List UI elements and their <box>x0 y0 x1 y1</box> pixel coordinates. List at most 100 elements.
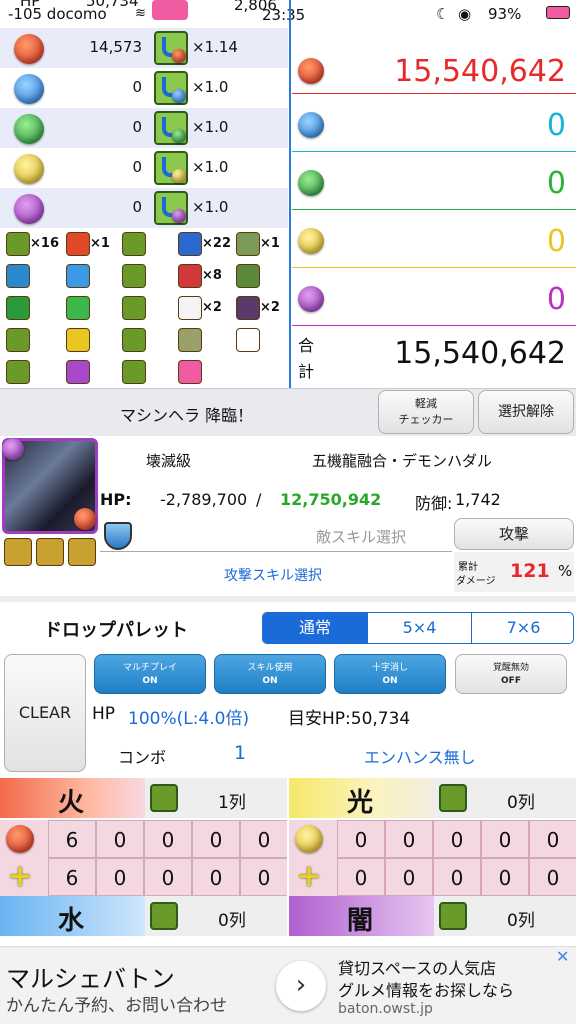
fire-damage: 15,540,642 <box>394 54 566 89</box>
toggle-3[interactable]: 覚醒無効 OFF <box>455 654 567 694</box>
board-cell[interactable]: 0 <box>144 858 192 896</box>
awaken-dark-plus-icon <box>66 360 90 384</box>
toggle-1[interactable]: スキル使用 ON <box>214 654 326 694</box>
enemy-type-machine-icon <box>4 538 32 566</box>
attr-row-fire: 14,573 ×1.14 <box>0 28 288 68</box>
attr-multiplier: ×1.0 <box>192 78 229 96</box>
enemy-skill-select[interactable]: 敵スキル選択 <box>100 520 452 552</box>
toggle-2[interactable]: 十字消し ON <box>334 654 446 694</box>
toggle-0[interactable]: マルチプレイ ON <box>94 654 206 694</box>
plus-drop-icon: + <box>296 859 322 894</box>
toggle-state: ON <box>382 676 398 686</box>
tab-normal[interactable]: 通常 <box>263 613 367 643</box>
deselect-button[interactable]: 選択解除 <box>478 390 574 434</box>
board-cell[interactable]: 0 <box>96 820 144 858</box>
total-label-2: 計 <box>298 362 315 381</box>
awaken-light-row-icon <box>6 328 30 352</box>
ad-banner[interactable]: マルシェバトン かんたん予約、お問い合わせ › 貸切スペースの人気店 グルメ情報… <box>0 946 576 1024</box>
plus-drop-icon: + <box>7 859 33 894</box>
board-kanji: 光 <box>347 788 374 818</box>
board-cell[interactable]: 0 <box>192 858 240 896</box>
board-cell[interactable]: 0 <box>96 858 144 896</box>
awaken-wood-row-icon <box>6 296 30 320</box>
awaken-heart-plus-icon <box>178 360 202 384</box>
awaken-bind-resist-icon <box>178 264 202 288</box>
board-cell[interactable]: 0 <box>529 858 576 896</box>
mitigation-checker-button[interactable]: 軽減 チェッカー <box>378 390 474 434</box>
enemy-difficulty: 壊滅級 <box>146 452 192 470</box>
board-cell[interactable]: 0 <box>385 858 433 896</box>
awaken-sword-icon <box>236 232 260 256</box>
board-rows-label[interactable]: 0列 <box>218 906 246 931</box>
hp-percent[interactable]: 100%(L:4.0倍) <box>128 704 249 729</box>
board-cell[interactable]: 0 <box>529 820 576 858</box>
target-hp: 目安HP:50,734 <box>288 709 411 729</box>
attr-row-water: 0 ×1.0 <box>0 68 288 108</box>
board-cell[interactable]: 0 <box>481 858 529 896</box>
awaken-count: ×16 <box>30 236 59 251</box>
board-cell[interactable]: 0 <box>144 820 192 858</box>
fire-orb-icon <box>6 825 34 853</box>
attr-multiplier: ×1.0 <box>192 118 229 136</box>
board-rows-label[interactable]: 1列 <box>218 788 246 813</box>
board-cell[interactable]: 0 <box>240 858 287 896</box>
clear-button[interactable]: CLEAR <box>4 654 86 772</box>
toggle-state: OFF <box>501 676 521 686</box>
board-fire: 火 1列 6 0 0 0 0 +6 0 0 0 0 <box>0 778 287 896</box>
board-cell[interactable]: 0 <box>433 820 481 858</box>
status-bar: HP -105 docomo 50,734 ≋ 2,806 23:35 ☾ ◉ … <box>0 0 576 30</box>
dark-row-enhance-icon <box>439 902 467 930</box>
awaken-count: ×1 <box>90 236 110 251</box>
attack-button[interactable]: 攻撃 <box>454 518 574 550</box>
hp-remaining: -2,789,700 <box>160 490 248 509</box>
awaken-light-plus-icon <box>66 328 90 352</box>
board-cell[interactable]: 0 <box>240 820 287 858</box>
water-orb-icon <box>14 74 44 104</box>
cum-label-2: ダメージ <box>456 576 496 587</box>
board-rows-label[interactable]: 0列 <box>507 906 535 931</box>
awaken-dark-resist-icon <box>236 264 260 288</box>
enemy-type-dragon-icon <box>36 538 64 566</box>
attack-skill-select[interactable]: 攻撃スキル選択 <box>224 565 322 585</box>
awaken-wood-enhance-icon <box>122 296 146 320</box>
board-rows-label[interactable]: 0列 <box>507 788 535 813</box>
enemy-fire-attr-icon <box>74 508 96 530</box>
board-cell[interactable]: 0 <box>337 820 385 858</box>
combo-value[interactable]: 1 <box>234 742 246 764</box>
chevron-right-icon[interactable]: › <box>276 961 326 1011</box>
board-dark: 闇 0列 <box>289 896 576 946</box>
cum-unit: % <box>558 562 573 580</box>
awaken-fire-enhance-icon <box>122 232 146 256</box>
ad-right-line-2: グルメ情報をお探しなら <box>338 981 515 1000</box>
board-cell[interactable]: 0 <box>192 820 240 858</box>
defense-label: 防御: <box>415 494 453 513</box>
hp-max: 12,750,942 <box>280 490 382 509</box>
awaken-light-enhance-icon <box>122 328 146 352</box>
tab-5x4[interactable]: 5×4 <box>367 613 471 643</box>
tab-7x6[interactable]: 7×6 <box>471 613 573 643</box>
board-cell[interactable]: 0 <box>433 858 481 896</box>
cum-label-1: 累計 <box>458 562 478 573</box>
board-size-tabs: 通常 5×4 7×6 <box>262 612 574 644</box>
wood-damage-row: 0 <box>292 152 576 210</box>
lock-icon: ◉ <box>458 5 472 23</box>
ad-close-icon[interactable]: ✕ <box>556 947 569 966</box>
board-cell[interactable]: 0 <box>385 820 433 858</box>
board-cell[interactable]: 0 <box>481 820 529 858</box>
awaken-water-row-icon <box>6 264 30 288</box>
toggle-label: マルチプレイ <box>122 663 177 673</box>
wood-orb-icon <box>14 114 44 144</box>
enemy-name: 五機龍融合・デモンハダル <box>312 452 493 470</box>
awaken-fire-plus-icon <box>66 232 90 256</box>
hp-separator: / <box>256 490 262 509</box>
heart-orb-icon <box>152 0 188 20</box>
wood-orb-icon <box>298 170 324 196</box>
enhance-select[interactable]: エンハンス無し <box>364 744 476 768</box>
board-cell[interactable]: 6 <box>48 858 96 896</box>
hp-overlap-value: 50,734 <box>86 0 139 10</box>
board-cell[interactable]: 0 <box>337 858 385 896</box>
light-orb-icon <box>14 154 44 184</box>
toggle-label: スキル使用 <box>247 663 293 673</box>
board-cell[interactable]: 6 <box>48 820 96 858</box>
damage-panel: 15,540,642 0 0 0 0 合 計 15,540,642 <box>292 28 576 388</box>
